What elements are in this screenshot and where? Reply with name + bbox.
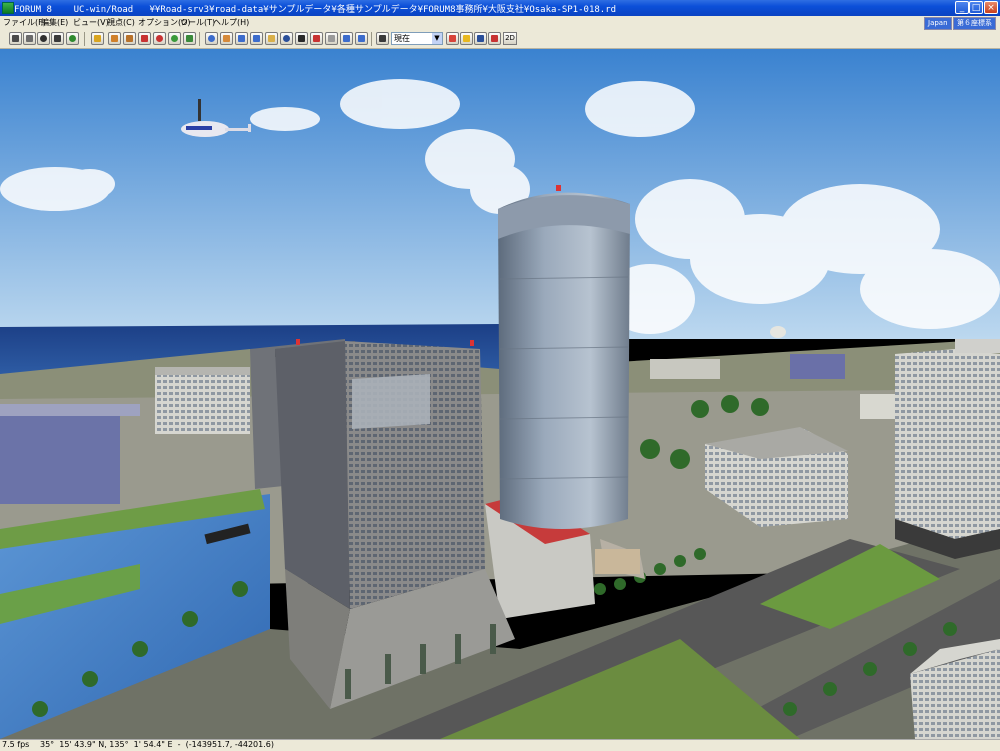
nav-icon[interactable] xyxy=(183,32,196,45)
hotel-building xyxy=(250,339,515,709)
tree-icon[interactable] xyxy=(66,32,79,45)
locale-indicator[interactable]: Japan xyxy=(924,17,952,30)
minimize-button[interactable]: _ xyxy=(955,1,969,14)
window-title: FORUM 8 UC-win/Road ¥¥Road-srv3¥road-dat… xyxy=(14,5,617,15)
sun-icon[interactable] xyxy=(446,32,459,45)
play-icon[interactable] xyxy=(474,32,487,45)
target-icon[interactable] xyxy=(205,32,218,45)
scenario-icon[interactable] xyxy=(355,32,368,45)
city-scene[interactable] xyxy=(0,49,1000,739)
open-file-icon[interactable] xyxy=(23,32,36,45)
menu-viewpoint[interactable]: 視点(C) xyxy=(107,17,135,28)
status-bar: 7.5 fps 35° 15' 43.9" N, 135° 1' 54.4" E… xyxy=(0,739,1000,751)
maximize-button[interactable]: □ xyxy=(969,1,983,14)
move-icon[interactable] xyxy=(220,32,233,45)
pan-icon[interactable] xyxy=(235,32,248,45)
tall-office-tower xyxy=(498,185,640,574)
walk-icon[interactable] xyxy=(51,32,64,45)
weather-icon[interactable] xyxy=(295,32,308,45)
location-readout: 35° 15' 43.9" N, 135° 1' 54.4" E - (-143… xyxy=(40,740,274,749)
flag-icon[interactable] xyxy=(488,32,501,45)
app-logo-icon xyxy=(2,2,14,14)
title-bar: FORUM 8 UC-win/Road ¥¥Road-srv3¥road-dat… xyxy=(0,0,1000,16)
view-icon[interactable] xyxy=(310,32,323,45)
menu-view[interactable]: ビュー(V) xyxy=(73,17,109,28)
zoom-icon[interactable] xyxy=(250,32,263,45)
person-icon[interactable] xyxy=(37,32,50,45)
3d-viewport[interactable] xyxy=(0,49,1000,739)
record-icon[interactable] xyxy=(460,32,473,45)
menu-help[interactable]: ヘルプ(H) xyxy=(213,17,249,28)
new-file-icon[interactable] xyxy=(9,32,22,45)
toolbar-separator xyxy=(84,32,85,46)
car-icon[interactable] xyxy=(138,32,151,45)
layers-icon[interactable] xyxy=(123,32,136,45)
car3-icon[interactable] xyxy=(340,32,353,45)
rotate-icon[interactable] xyxy=(265,32,278,45)
time-select[interactable]: 現在 ▼ xyxy=(391,32,443,45)
menu-tools[interactable]: ツール(T) xyxy=(180,17,215,28)
stop-icon[interactable] xyxy=(153,32,166,45)
export-icon[interactable] xyxy=(91,32,104,45)
fps-readout: 7.5 fps xyxy=(2,740,30,749)
menu-file[interactable]: ファイル(F) xyxy=(3,17,46,28)
toolbar: 現在 ▼ 2D xyxy=(0,30,1000,49)
2d-toggle-button[interactable]: 2D xyxy=(503,32,517,45)
toolbar-separator xyxy=(199,32,200,46)
settings-icon[interactable] xyxy=(108,32,121,45)
menu-edit[interactable]: 編集(E) xyxy=(41,17,68,28)
light-icon[interactable] xyxy=(280,32,293,45)
menu-bar: ファイル(F) 編集(E) ビュー(V) 視点(C) オプション(O) ツール(… xyxy=(0,16,1000,30)
residential-tower-right xyxy=(895,339,1000,559)
close-button[interactable]: × xyxy=(984,1,998,14)
coord-system-indicator[interactable]: 第６座標系 xyxy=(953,17,996,30)
shadow-icon[interactable] xyxy=(376,32,389,45)
car2-icon[interactable] xyxy=(325,32,338,45)
chevron-down-icon[interactable]: ▼ xyxy=(432,33,442,44)
toolbar-separator xyxy=(371,32,372,46)
refresh-icon[interactable] xyxy=(168,32,181,45)
